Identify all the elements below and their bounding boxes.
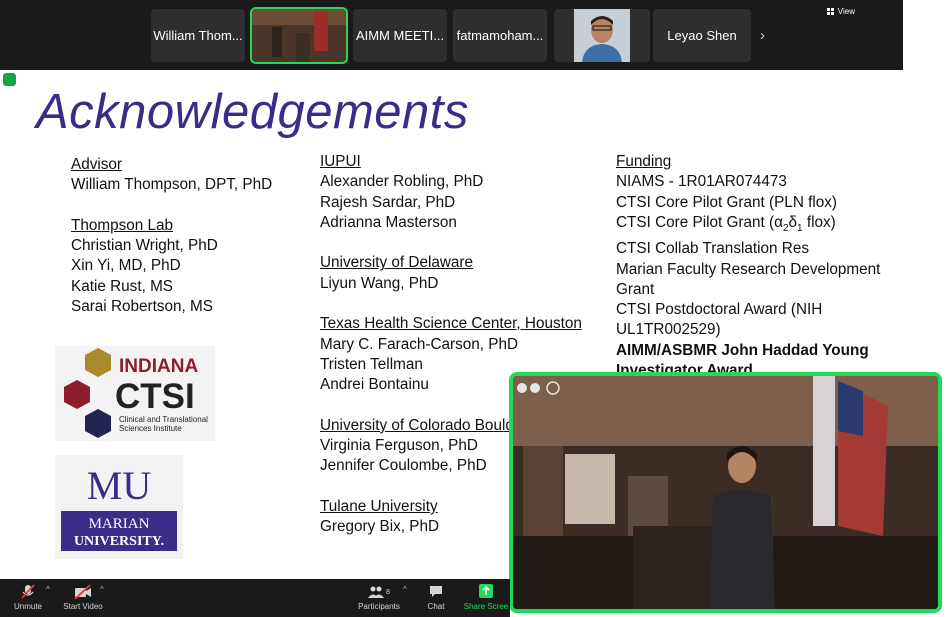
ctsi-logo-line1: INDIANA [119,356,198,377]
share-screen-button[interactable]: Share Scree [462,579,510,617]
chat-button[interactable]: Chat [420,579,452,617]
participant-name: Leyao Shen [667,28,737,43]
mu-line1: MARIAN [89,516,150,532]
lab-member: Sarai Robertson, MS [71,298,213,316]
share-screen-label: Share Scree [463,602,509,611]
participant-name: fatmamoham... [456,28,544,43]
funding-item: CTSI Core Pilot Grant (α2δ1 flox) [616,213,836,234]
camera-off-icon [74,584,91,600]
funding-item: UL1TR002529) [616,321,721,339]
speaker-video-frame [513,376,938,609]
chat-icon [430,586,442,597]
marian-logo-graphic: MU MARIAN UNIVERSITY. [61,463,177,551]
delaware-heading: University of Delaware [320,254,474,272]
column-funding: Funding NIAMS - 1R01AR074473 CTSI Core P… [616,152,880,381]
chat-label: Chat [427,602,445,611]
mu-line2: UNIVERSITY. [74,534,164,549]
chevron-right-icon[interactable]: › [760,27,765,44]
collaborator: Adrianna Masterson [320,213,457,231]
chevron-up-icon[interactable]: ^ [100,585,104,594]
funding-item: CTSI Core Pilot Grant (PLN flox) [616,193,838,211]
chevron-up-icon[interactable]: ^ [403,585,407,594]
unmute-button[interactable]: Unmute [8,579,48,617]
funding-item: Grant [616,280,655,298]
participant-tile-fatma[interactable]: fatmamoham... [453,9,547,62]
participant-tile-leyao[interactable]: Leyao Shen [653,9,751,62]
start-video-label: Start Video [63,602,103,611]
indiana-ctsi-logo: INDIANA CTSI Clinical and Translational … [55,346,215,441]
advisor-heading: Advisor [71,156,123,173]
participant-tile-photo[interactable] [554,9,650,62]
shield-icon[interactable] [3,73,16,86]
mic-status-icon [517,383,527,393]
lab-member: Katie Rust, MS [71,277,174,295]
speaker-video[interactable] [509,372,942,613]
view-button[interactable]: View [826,7,855,16]
unmute-label: Unmute [13,602,42,611]
funding-item: CTSI Postdoctoral Award (NIH [616,301,823,319]
participant-tile-aimm[interactable]: AIMM MEETI... [353,9,447,62]
participant-name: AIMM MEETI... [355,28,445,43]
participant-strip: William Thom... AIMM MEETI... fatmamoham… [0,0,903,70]
collaborator: Liyun Wang, PhD [320,274,439,292]
lab-member: Christian Wright, PhD [71,237,218,255]
video-thumbnail [252,9,346,62]
mic-muted-icon [21,584,35,599]
collaborator: Mary C. Farach-Carson, PhD [320,335,519,353]
participants-label: Participants [358,602,400,611]
slide-title: Acknowledgements [36,85,469,139]
grid-icon [826,8,834,15]
participants-button[interactable]: 8 Participants [356,579,402,617]
avatar [574,9,630,62]
mu-mark: MU [87,463,152,508]
funding-item: CTSI Collab Translation Res [616,240,809,258]
ctsi-logo-line2: CTSI [115,377,195,416]
participant-tile-william[interactable]: William Thom... [151,9,245,62]
participant-name: William Thom... [153,28,243,43]
participants-icon [368,586,385,598]
collaborator: Alexander Robling, PhD [320,173,484,191]
funding-item: Marian Faculty Research Development [616,260,881,278]
ctsi-logo-line4: Sciences Institute [119,424,182,433]
marian-university-logo: MU MARIAN UNIVERSITY. [55,455,183,559]
recording-icon [530,383,540,393]
funding-item: AIMM/ASBMR John Haddad Young [616,341,869,359]
funding-item: NIAMS - 1R01AR074473 [616,173,787,191]
participant-tile-active-video[interactable] [250,7,348,64]
iupui-heading: IUPUI [320,153,361,170]
lab-heading: Thompson Lab [71,216,174,234]
lab-member: Xin Yi, MD, PhD [71,257,181,275]
funding-heading: Funding [616,153,672,170]
advisor-name: William Thompson, DPT, PhD [71,176,273,194]
ctsi-logo-graphic: INDIANA CTSI Clinical and Translational … [64,348,208,438]
ctsi-logo-line3: Clinical and Translational [119,415,208,424]
view-label: View [837,7,855,16]
column-advisor: Advisor William Thompson, DPT, PhD Thomp… [71,155,272,317]
share-screen-icon [479,584,493,598]
collaborator: Rajesh Sardar, PhD [320,193,456,211]
chevron-up-icon[interactable]: ^ [46,585,50,594]
texas-heading: Texas Health Science Center, Houston [320,315,582,333]
participants-count: 8 [386,588,390,596]
meeting-toolbar: Unmute ^ Start Video ^ 8 Participants ^ … [0,579,510,617]
